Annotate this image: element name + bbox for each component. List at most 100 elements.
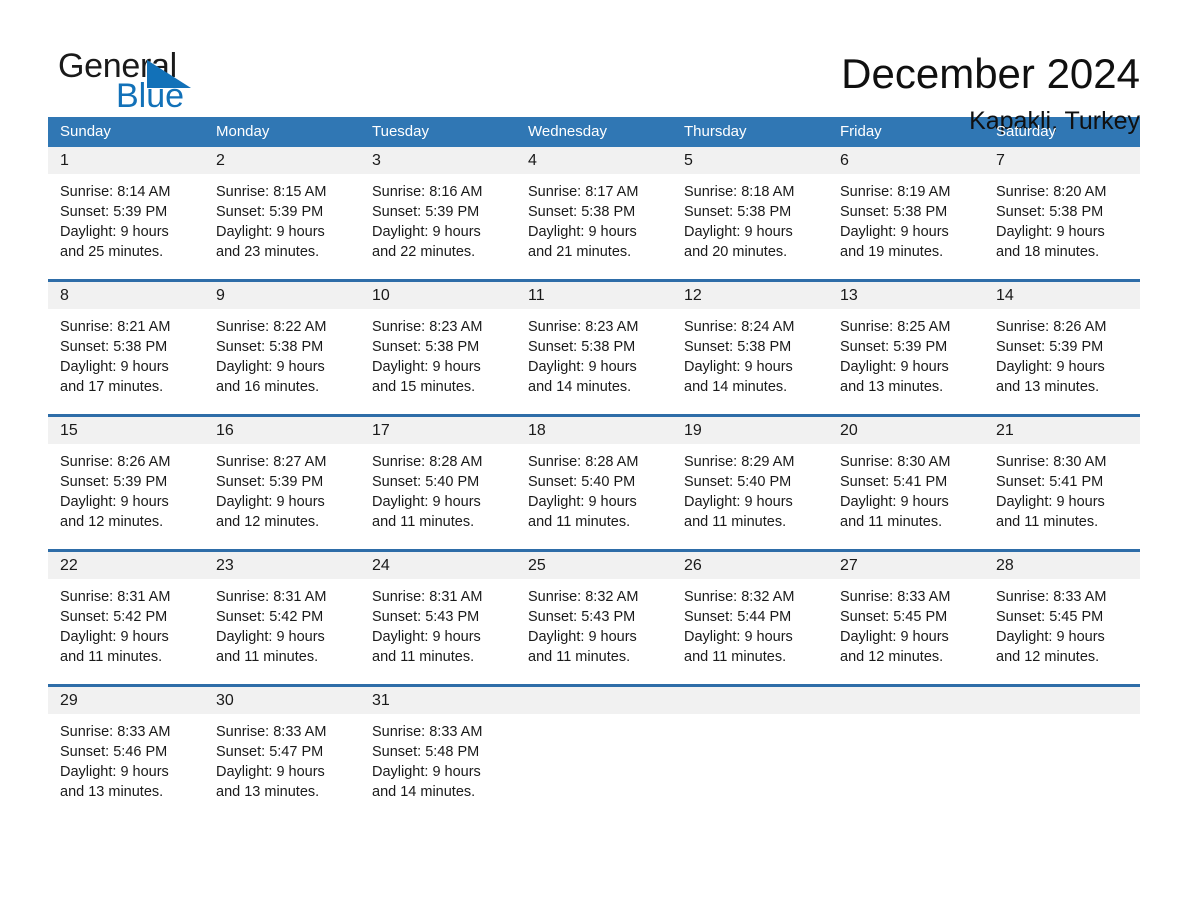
sunset-text: Sunset: 5:40 PM [684,474,792,490]
sunrise-text: Sunrise: 8:17 AM [528,184,639,200]
calendar-day-cell[interactable]: 10 Sunrise: 8:23 AM Sunset: 5:38 PM Dayligh… [360,282,516,414]
calendar-day-cell[interactable]: 27 Sunrise: 8:33 AM Sunset: 5:45 PM Dayligh… [828,552,984,684]
calendar-week-row: 15 Sunrise: 8:26 AM Sunset: 5:39 PM Dayligh… [48,414,1140,549]
sunset-text: Sunset: 5:39 PM [996,339,1104,355]
calendar-day-cell[interactable]: 24 Sunrise: 8:31 AM Sunset: 5:43 PM Dayligh… [360,552,516,684]
day-number: 16 [204,417,360,444]
calendar-day-cell[interactable]: 29 Sunrise: 8:33 AM Sunset: 5:46 PM Dayligh… [48,687,204,819]
weekday-header-friday: Friday [840,123,882,140]
daylight-text-line2: and 18 minutes. [996,244,1100,260]
day-info: Sunrise: 8:33 AM Sunset: 5:46 PM Daylight:… [48,714,204,802]
calendar-day-cell[interactable]: 17 Sunrise: 8:28 AM Sunset: 5:40 PM Dayligh… [360,417,516,549]
sunrise-text: Sunrise: 8:21 AM [60,319,171,335]
calendar-day-cell[interactable]: 28 Sunrise: 8:33 AM Sunset: 5:45 PM Dayligh… [984,552,1140,684]
day-number: 20 [828,417,984,444]
calendar-day-cell[interactable]: 26 Sunrise: 8:32 AM Sunset: 5:44 PM Dayligh… [672,552,828,684]
day-info: Sunrise: 8:33 AM Sunset: 5:45 PM Daylight:… [828,579,984,667]
daylight-text-line2: and 13 minutes. [996,379,1100,395]
sunrise-text: Sunrise: 8:26 AM [996,319,1107,335]
daylight-text-line2: and 11 minutes. [684,514,787,530]
daylight-text-line1: Daylight: 9 hours [372,359,481,375]
weekday-header-thursday: Thursday [684,123,747,140]
calendar-day-cell[interactable]: 14 Sunrise: 8:26 AM Sunset: 5:39 PM Dayligh… [984,282,1140,414]
sunrise-text: Sunrise: 8:22 AM [216,319,327,335]
calendar-day-cell[interactable]: 8 Sunrise: 8:21 AM Sunset: 5:38 PM Daylight… [48,282,204,414]
day-info: Sunrise: 8:33 AM Sunset: 5:48 PM Daylight:… [360,714,516,802]
day-number: 24 [360,552,516,579]
sunset-text: Sunset: 5:41 PM [996,474,1104,490]
sunrise-text: Sunrise: 8:32 AM [684,589,795,605]
day-info: Sunrise: 8:30 AM Sunset: 5:41 PM Daylight:… [828,444,984,532]
calendar-day-cell[interactable]: 1 Sunrise: 8:14 AM Sunset: 5:39 PM Daylight… [48,147,204,279]
sunset-text: Sunset: 5:47 PM [216,744,324,760]
daylight-text-line2: and 12 minutes. [996,649,1100,665]
daylight-text-line2: and 11 minutes. [528,514,631,530]
daylight-text-line2: and 11 minutes. [372,514,475,530]
day-info: Sunrise: 8:28 AM Sunset: 5:40 PM Daylight:… [516,444,672,532]
daylight-text-line2: and 12 minutes. [840,649,944,665]
calendar-day-cell[interactable]: 22 Sunrise: 8:31 AM Sunset: 5:42 PM Dayligh… [48,552,204,684]
daylight-text-line2: and 13 minutes. [60,784,164,800]
day-number: 13 [828,282,984,309]
calendar-day-cell[interactable]: 6 Sunrise: 8:19 AM Sunset: 5:38 PM Daylight… [828,147,984,279]
sunrise-text: Sunrise: 8:33 AM [216,724,327,740]
calendar-week-row: 8 Sunrise: 8:21 AM Sunset: 5:38 PM Daylight… [48,279,1140,414]
calendar-week-row: 22 Sunrise: 8:31 AM Sunset: 5:42 PM Dayligh… [48,549,1140,684]
daylight-text-line1: Daylight: 9 hours [840,359,949,375]
calendar-day-cell[interactable]: 21 Sunrise: 8:30 AM Sunset: 5:41 PM Dayligh… [984,417,1140,549]
day-number: 22 [48,552,204,579]
calendar-day-cell[interactable]: 11 Sunrise: 8:23 AM Sunset: 5:38 PM Dayligh… [516,282,672,414]
day-number: 3 [360,147,516,174]
calendar-day-cell[interactable]: 15 Sunrise: 8:26 AM Sunset: 5:39 PM Dayligh… [48,417,204,549]
calendar-day-cell[interactable]: 30 Sunrise: 8:33 AM Sunset: 5:47 PM Dayligh… [204,687,360,819]
day-number: 19 [672,417,828,444]
daylight-text-line1: Daylight: 9 hours [216,359,325,375]
sunset-text: Sunset: 5:38 PM [684,204,792,220]
sunrise-text: Sunrise: 8:18 AM [684,184,795,200]
sunset-text: Sunset: 5:38 PM [684,339,792,355]
sunset-text: Sunset: 5:43 PM [528,609,636,625]
daylight-text-line1: Daylight: 9 hours [840,629,949,645]
day-number: 15 [48,417,204,444]
calendar-day-cell[interactable]: 5 Sunrise: 8:18 AM Sunset: 5:38 PM Daylight… [672,147,828,279]
calendar-day-cell[interactable]: 12 Sunrise: 8:24 AM Sunset: 5:38 PM Dayligh… [672,282,828,414]
calendar-day-cell[interactable]: 20 Sunrise: 8:30 AM Sunset: 5:41 PM Dayligh… [828,417,984,549]
calendar-day-cell[interactable]: 25 Sunrise: 8:32 AM Sunset: 5:43 PM Dayligh… [516,552,672,684]
sunset-text: Sunset: 5:39 PM [372,204,480,220]
day-info [516,714,672,722]
calendar-day-cell[interactable]: 23 Sunrise: 8:31 AM Sunset: 5:42 PM Dayligh… [204,552,360,684]
calendar-day-cell[interactable]: 9 Sunrise: 8:22 AM Sunset: 5:38 PM Daylight… [204,282,360,414]
general-blue-logo[interactable]: General Blue [48,46,248,116]
calendar-day-cell[interactable]: 31 Sunrise: 8:33 AM Sunset: 5:48 PM Dayligh… [360,687,516,819]
sunset-text: Sunset: 5:42 PM [216,609,324,625]
daylight-text-line1: Daylight: 9 hours [60,224,169,240]
calendar-day-cell[interactable]: 7 Sunrise: 8:20 AM Sunset: 5:38 PM Daylight… [984,147,1140,279]
page-header: General Blue December 2024 Kapakli, Turk… [48,0,1140,135]
sunrise-text: Sunrise: 8:14 AM [60,184,171,200]
day-number: 27 [828,552,984,579]
calendar-day-cell[interactable]: 18 Sunrise: 8:28 AM Sunset: 5:40 PM Dayligh… [516,417,672,549]
calendar-day-cell[interactable]: 3 Sunrise: 8:16 AM Sunset: 5:39 PM Daylight… [360,147,516,279]
calendar-day-cell[interactable]: 4 Sunrise: 8:17 AM Sunset: 5:38 PM Daylight… [516,147,672,279]
calendar-day-cell-empty [672,687,828,819]
day-info: Sunrise: 8:33 AM Sunset: 5:45 PM Daylight:… [984,579,1140,667]
day-number [516,687,672,714]
sunrise-text: Sunrise: 8:28 AM [528,454,639,470]
daylight-text-line1: Daylight: 9 hours [684,359,793,375]
calendar-day-cell[interactable]: 16 Sunrise: 8:27 AM Sunset: 5:39 PM Dayligh… [204,417,360,549]
sunrise-text: Sunrise: 8:33 AM [372,724,483,740]
calendar-day-cell[interactable]: 2 Sunrise: 8:15 AM Sunset: 5:39 PM Daylight… [204,147,360,279]
daylight-text-line1: Daylight: 9 hours [216,764,325,780]
day-info: Sunrise: 8:31 AM Sunset: 5:42 PM Daylight:… [48,579,204,667]
day-info: Sunrise: 8:33 AM Sunset: 5:47 PM Daylight:… [204,714,360,802]
sunrise-text: Sunrise: 8:31 AM [60,589,171,605]
calendar-day-cell[interactable]: 13 Sunrise: 8:25 AM Sunset: 5:39 PM Dayligh… [828,282,984,414]
calendar-day-cell[interactable]: 19 Sunrise: 8:29 AM Sunset: 5:40 PM Dayligh… [672,417,828,549]
daylight-text-line1: Daylight: 9 hours [528,359,637,375]
calendar-body: 1 Sunrise: 8:14 AM Sunset: 5:39 PM Daylight… [48,147,1140,819]
day-number: 30 [204,687,360,714]
day-info: Sunrise: 8:23 AM Sunset: 5:38 PM Daylight:… [360,309,516,397]
day-number: 2 [204,147,360,174]
day-number [672,687,828,714]
sunset-text: Sunset: 5:48 PM [372,744,480,760]
